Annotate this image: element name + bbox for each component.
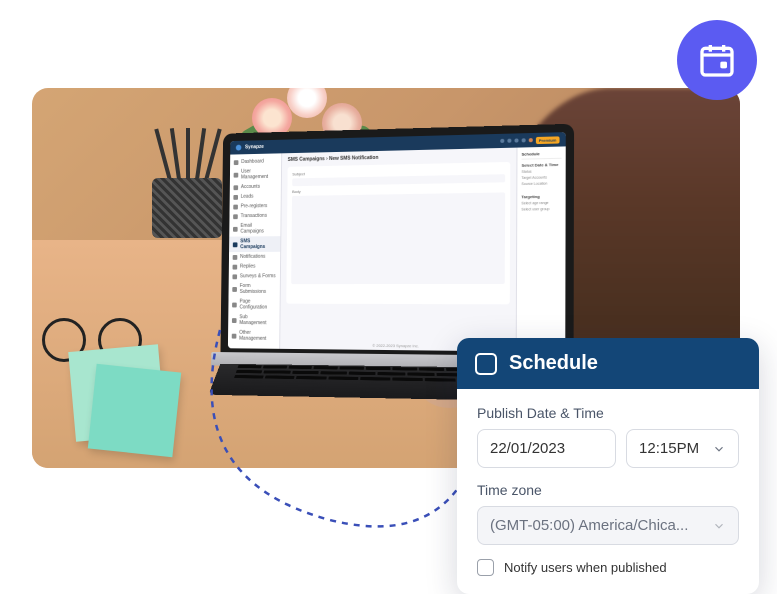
avatar[interactable] [529,138,533,142]
sidebar-item-user-management[interactable]: User Management [230,166,281,183]
sidebar-item-email-campaigns[interactable]: Email Campaigns [229,221,280,237]
date-value: 22/01/2023 [490,440,565,457]
gear-icon [232,333,237,338]
app-main: SMS Campaigns › New SMS Notification Sub… [280,148,516,352]
panel-title: Schedule [522,151,562,160]
form-icon [232,287,237,292]
publish-time-select[interactable]: 12:15PM [626,429,739,468]
app-brand: Synapze [245,144,264,150]
sidebar-item-page-config[interactable]: Page Configuration [228,297,279,313]
search-icon[interactable] [500,139,504,143]
sidebar-item-label: Leads [241,194,254,200]
breadcrumb: SMS Campaigns › New SMS Notification [288,152,511,163]
sidebar-item-other[interactable]: Other Management [228,328,279,344]
sidebar-item-label: Replies [240,264,256,270]
sidebar-item-label: Pre-registers [241,203,268,209]
sidebar-item-label: Sub Management [239,314,276,326]
sidebar-item-transactions[interactable]: Transactions [229,211,280,221]
panel-item: Source Location [521,181,561,186]
sidebar-item-label: Transactions [241,213,267,219]
list-icon [233,204,238,209]
dashboard-icon [234,160,239,165]
panel-item: Status [521,169,561,174]
leads-icon [233,194,238,199]
sidebar-item-sms-campaigns[interactable]: SMS Campaigns [229,236,280,252]
page-icon [232,302,237,307]
sms-icon [233,242,238,247]
panel-item: Select age range [521,201,561,206]
timezone-label: Time zone [477,482,739,498]
bell-icon[interactable] [514,138,518,142]
sidebar-item-notifications[interactable]: Notifications [229,252,280,262]
mail-icon [233,226,238,231]
sticky-note [88,364,181,457]
calendar-badge [677,20,757,100]
sidebar-item-label: Other Management [239,330,276,342]
panel-subtitle: Select Date & Time [521,162,561,168]
body-input[interactable] [291,192,505,284]
panel-item: Targeting [521,194,561,200]
sidebar-item-label: Email Campaigns [240,223,276,235]
sidebar-item-label: Dashboard [241,159,264,165]
survey-icon [232,274,237,279]
notify-checkbox[interactable] [477,559,494,576]
schedule-card: Schedule Publish Date & Time 22/01/2023 … [457,338,759,594]
publish-label: Publish Date & Time [477,405,739,421]
chevron-down-icon [712,519,726,533]
schedule-header: Schedule [457,338,759,389]
sidebar-item-label: Page Configuration [239,299,276,311]
sidebar-item-form-submissions[interactable]: Form Submissions [229,281,280,297]
globe-icon[interactable] [507,139,511,143]
schedule-checkbox[interactable] [475,353,497,375]
accounts-icon [233,185,238,190]
sidebar-item-surveys[interactable]: Surveys & Forms [229,271,280,281]
publish-date-input[interactable]: 22/01/2023 [477,429,616,468]
app-sidebar: Dashboard User Management Accounts Leads… [228,153,282,349]
users-icon [234,172,239,177]
schedule-title: Schedule [509,352,598,375]
app-window: Synapze Premium Dashboard User Managemen… [228,132,566,352]
help-icon[interactable] [521,138,525,142]
logo-icon [236,145,242,151]
sidebar-item-label: Notifications [240,254,265,260]
sidebar-item-replies[interactable]: Replies [229,262,280,272]
timezone-select[interactable]: (GMT-05:00) America/Chica... [477,506,739,545]
sidebar-item-label: SMS Campaigns [240,238,276,250]
sidebar-item-label: Form Submissions [240,283,276,295]
reply-icon [233,264,238,269]
sidebar-item-label: Surveys & Forms [240,273,276,279]
panel-item: Select user group [521,207,561,212]
calendar-icon [697,40,737,80]
bell-icon [233,254,238,259]
chevron-down-icon [712,442,726,456]
subject-input[interactable] [292,174,505,186]
sidebar-item-label: Accounts [241,184,260,190]
time-value: 12:15PM [639,440,699,457]
app-right-panel: Schedule Select Date & Time Status Targe… [516,146,566,352]
premium-badge: Premium [536,136,560,144]
timezone-value: (GMT-05:00) America/Chica... [490,517,688,534]
transactions-icon [233,214,238,219]
sidebar-item-sub-management[interactable]: Sub Management [228,312,279,328]
sidebar-item-label: User Management [241,168,277,180]
panel-item: Target Accounts [521,175,561,180]
compose-card: Subject Body [286,162,510,304]
sub-icon [232,318,237,323]
